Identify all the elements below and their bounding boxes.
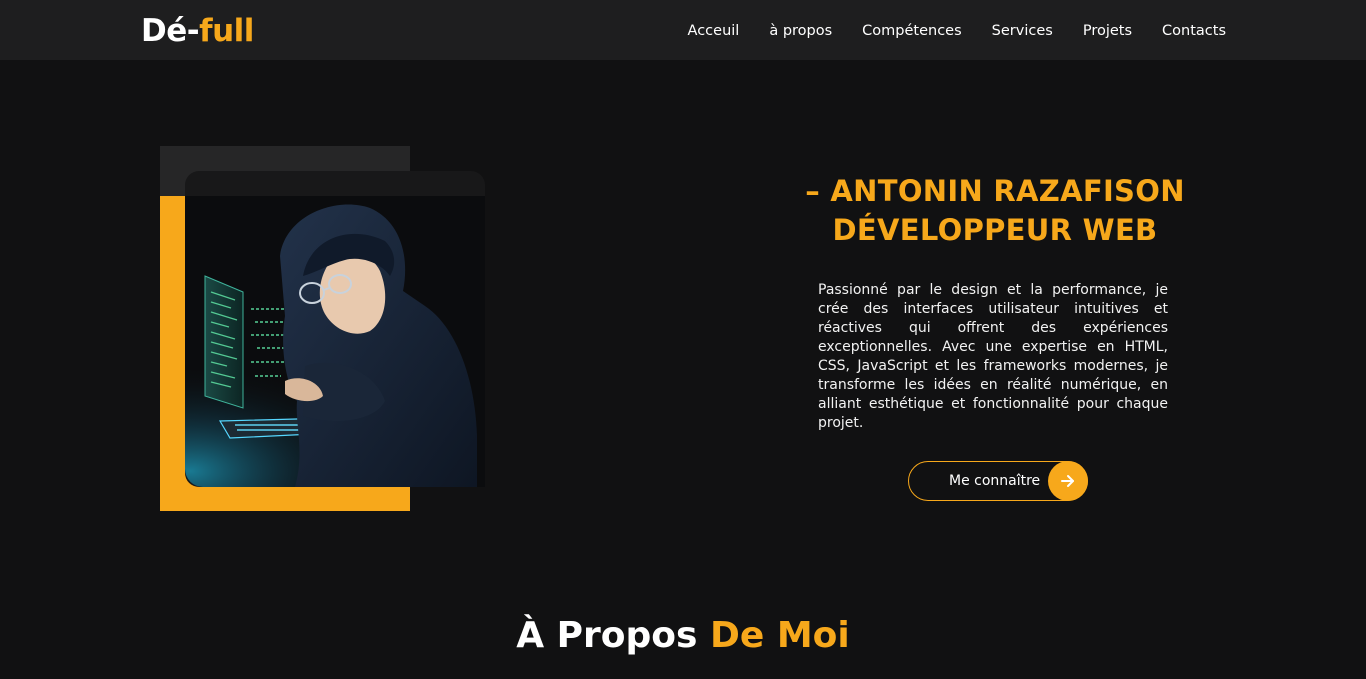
nav-item-services[interactable]: Services [992, 20, 1053, 42]
hero-title-role: DÉVELOPPEUR WEB [832, 213, 1158, 247]
nav-item-competences[interactable]: Compétences [862, 20, 962, 42]
arrow-right-icon [1048, 461, 1088, 501]
coder-illustration [185, 196, 485, 487]
nav-item-acceuil[interactable]: Acceuil [688, 20, 740, 42]
site-logo[interactable]: Dé-full [141, 12, 254, 50]
hero-title: – ANTONIN RAZAFISON DÉVELOPPEUR WEB [790, 172, 1200, 250]
hero-description: Passionné par le design et la performanc… [818, 282, 1168, 431]
cta-label: Me connaître [949, 473, 1041, 489]
hero-image [185, 196, 485, 487]
logo-prefix: Dé- [141, 13, 200, 49]
nav-item-a-propos[interactable]: à propos [769, 20, 832, 42]
logo-suffix: full [199, 13, 254, 49]
about-title-accent: De Moi [710, 615, 850, 656]
main-nav: Acceuil à propos Compétences Services Pr… [658, 20, 1226, 42]
me-connaitre-button[interactable]: Me connaître [908, 461, 1088, 501]
navbar: Dé-full Acceuil à propos Compétences Ser… [0, 0, 1366, 60]
hero-title-name: – ANTONIN RAZAFISON [805, 174, 1185, 208]
nav-item-projets[interactable]: Projets [1083, 20, 1132, 42]
nav-item-contacts[interactable]: Contacts [1162, 20, 1226, 42]
about-section-title: À Propos De Moi [0, 614, 1366, 658]
about-title-prefix: À Propos [516, 615, 710, 656]
